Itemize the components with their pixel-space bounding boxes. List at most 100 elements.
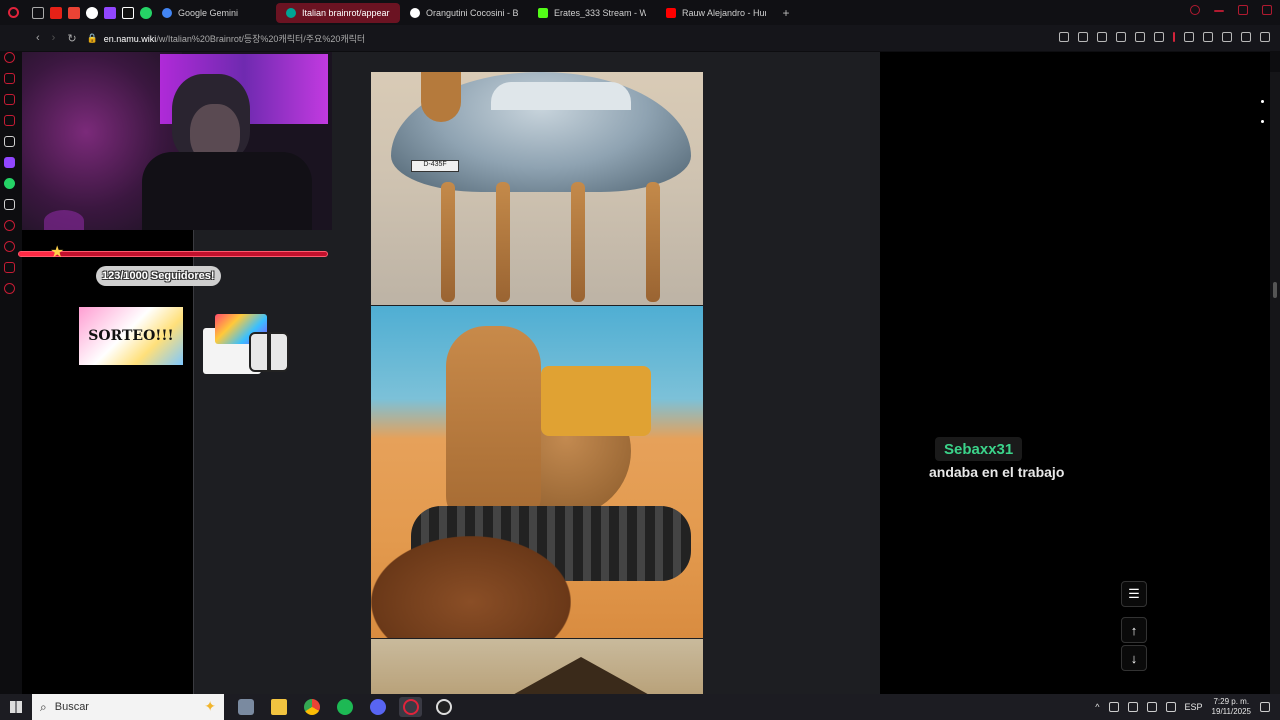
sidebar-settings-icon[interactable] [4, 283, 15, 294]
camel-car-image: D-435F [371, 72, 703, 305]
taskbar-app-file-explorer[interactable] [267, 697, 290, 717]
sidebar-whatsapp-icon[interactable] [4, 178, 15, 189]
webcam-overlay [22, 52, 332, 230]
youtube-icon [666, 7, 676, 18]
volume-icon[interactable] [1146, 702, 1157, 712]
url-path: /w/Italian%20Brainrot/등장%20캐릭터/주요%20캐릭터 [156, 33, 366, 44]
follower-count-label: 123/1000 Seguidores! [96, 266, 221, 286]
sidebar-ai-icon[interactable] [4, 136, 15, 147]
chat-message: andaba en el trabajo [929, 464, 1065, 480]
list-icon: ☰ [1128, 586, 1140, 601]
scroll-down-button[interactable]: ↓ [1121, 645, 1147, 671]
twitch-tab-icon[interactable] [104, 6, 116, 19]
sidebar-opera-icon[interactable] [4, 52, 15, 63]
taskbar-app-obs[interactable] [432, 697, 455, 717]
toolbar-icons [1059, 32, 1270, 42]
pointer-icon[interactable] [1184, 32, 1194, 42]
account-icon[interactable] [1222, 32, 1232, 42]
address-bar: ‹ › ↻ 🔒 en.namu.wiki/w/Italian%20Brainro… [0, 25, 1280, 51]
forward-icon[interactable]: › [52, 32, 56, 45]
column-divider [193, 230, 194, 694]
taskbar-app-gaming[interactable] [234, 697, 257, 717]
browser-logo-icon[interactable] [0, 0, 26, 25]
screenshot-icon[interactable] [1078, 32, 1088, 42]
next-character-image [371, 639, 703, 694]
tab-erates-stream[interactable]: Erates_333 Stream - Wa [528, 3, 656, 23]
search-placeholder: Buscar [54, 701, 89, 713]
taskbar-app-chrome[interactable] [300, 697, 323, 717]
camel-bulldozer-image [371, 306, 703, 638]
sidebar-minus-icon[interactable] [4, 220, 15, 231]
gmail-tab-icon[interactable] [68, 6, 80, 19]
pen-icon[interactable] [1165, 702, 1176, 712]
gemini-icon [162, 7, 172, 18]
tray-chevron-icon[interactable]: ^ [1095, 702, 1099, 712]
whatsapp-tab-icon[interactable] [140, 6, 152, 19]
sidebar-media-icon[interactable] [4, 115, 15, 126]
browser-sidebar [4, 52, 22, 294]
microphone-icon[interactable] [1108, 702, 1119, 712]
windows-icon [10, 701, 22, 713]
download-icon[interactable] [1241, 32, 1251, 42]
indicator-dot [1261, 100, 1264, 103]
back-icon[interactable]: ‹ [36, 32, 40, 45]
bookmark-icon[interactable] [1059, 32, 1069, 42]
scrollbar[interactable] [1270, 72, 1280, 694]
pinned-tab-icon[interactable] [32, 6, 44, 19]
kick-icon [538, 7, 548, 18]
clock[interactable]: 7:29 p. m. 19/11/2025 [1212, 697, 1251, 717]
sorteo-banner: SORTEO!!! [79, 307, 183, 365]
play-icon[interactable] [1135, 32, 1145, 42]
tab-italian-brainrot[interactable]: Italian brainrot/appearing [276, 2, 400, 23]
sidebar-x-icon[interactable] [4, 199, 15, 210]
sidebar-player-icon[interactable] [4, 94, 15, 105]
language-indicator[interactable]: ESP [1185, 702, 1203, 712]
indicator-dot [1261, 120, 1264, 123]
sorteo-label: SORTEO!!! [88, 328, 174, 344]
sidebar-history-icon[interactable] [4, 241, 15, 252]
tab-orangutini[interactable]: Orangutini Cocosini - Bu [400, 3, 528, 23]
google-tab-icon[interactable] [86, 6, 98, 19]
taskbar-search[interactable]: ⌕ Buscar ✦ [32, 694, 224, 720]
tiktok-tab-icon[interactable] [122, 6, 134, 19]
streamer-body [142, 152, 312, 230]
minimize-icon[interactable] [1214, 10, 1224, 12]
sidebar-twitch-icon[interactable] [4, 157, 15, 168]
tab-gemini[interactable]: Google Gemini [152, 3, 276, 23]
reload-icon[interactable]: ↻ [67, 32, 76, 45]
taskbar-app-opera-gx[interactable] [399, 697, 422, 717]
heart-icon[interactable] [1154, 32, 1164, 42]
notifications-icon[interactable] [1260, 702, 1270, 712]
youtube-tab-icon[interactable] [50, 6, 62, 19]
url-field[interactable]: 🔒 en.namu.wiki/w/Italian%20Brainrot/등장%2… [87, 32, 366, 45]
namuwiki-icon [286, 7, 296, 18]
lock-icon: 🔒 [86, 32, 98, 43]
taskbar-app-spotify[interactable] [333, 697, 356, 717]
start-button[interactable] [0, 694, 32, 720]
pinned-tabs [26, 6, 152, 19]
scroll-up-button[interactable]: ↑ [1121, 617, 1147, 643]
windows-taskbar: ⌕ Buscar ✦ ^ ESP 7:29 p. m. 19/11/2025 [0, 694, 1280, 720]
menu-icon[interactable] [1260, 32, 1270, 42]
shield-icon[interactable] [1097, 32, 1107, 42]
taskbar-app-discord[interactable] [366, 697, 389, 717]
network-icon[interactable] [1127, 702, 1138, 712]
arrow-up-icon: ↑ [1130, 622, 1138, 638]
license-plate: D-435F [411, 160, 459, 172]
table-of-contents-button[interactable]: ☰ [1121, 581, 1147, 607]
maximize-icon[interactable] [1238, 5, 1248, 15]
sidebar-aria-icon[interactable] [4, 73, 15, 84]
star-icon: ★ [50, 244, 65, 261]
new-tab-button[interactable]: + [776, 6, 796, 20]
microphone [44, 210, 84, 230]
close-icon[interactable] [1262, 5, 1272, 15]
clock-date: 19/11/2025 [1211, 707, 1251, 716]
sidebar-extensions-icon[interactable] [4, 262, 15, 273]
divider-icon [1173, 32, 1175, 42]
tab-rauw-alejandro[interactable]: Rauw Alejandro - Hunter [656, 3, 776, 23]
nav-buttons: ‹ › ↻ [0, 32, 77, 45]
search-tabs-icon[interactable] [1190, 5, 1200, 15]
translate-icon[interactable] [1116, 32, 1126, 42]
scrollbar-thumb[interactable] [1273, 282, 1277, 298]
extensions-icon[interactable] [1203, 32, 1213, 42]
